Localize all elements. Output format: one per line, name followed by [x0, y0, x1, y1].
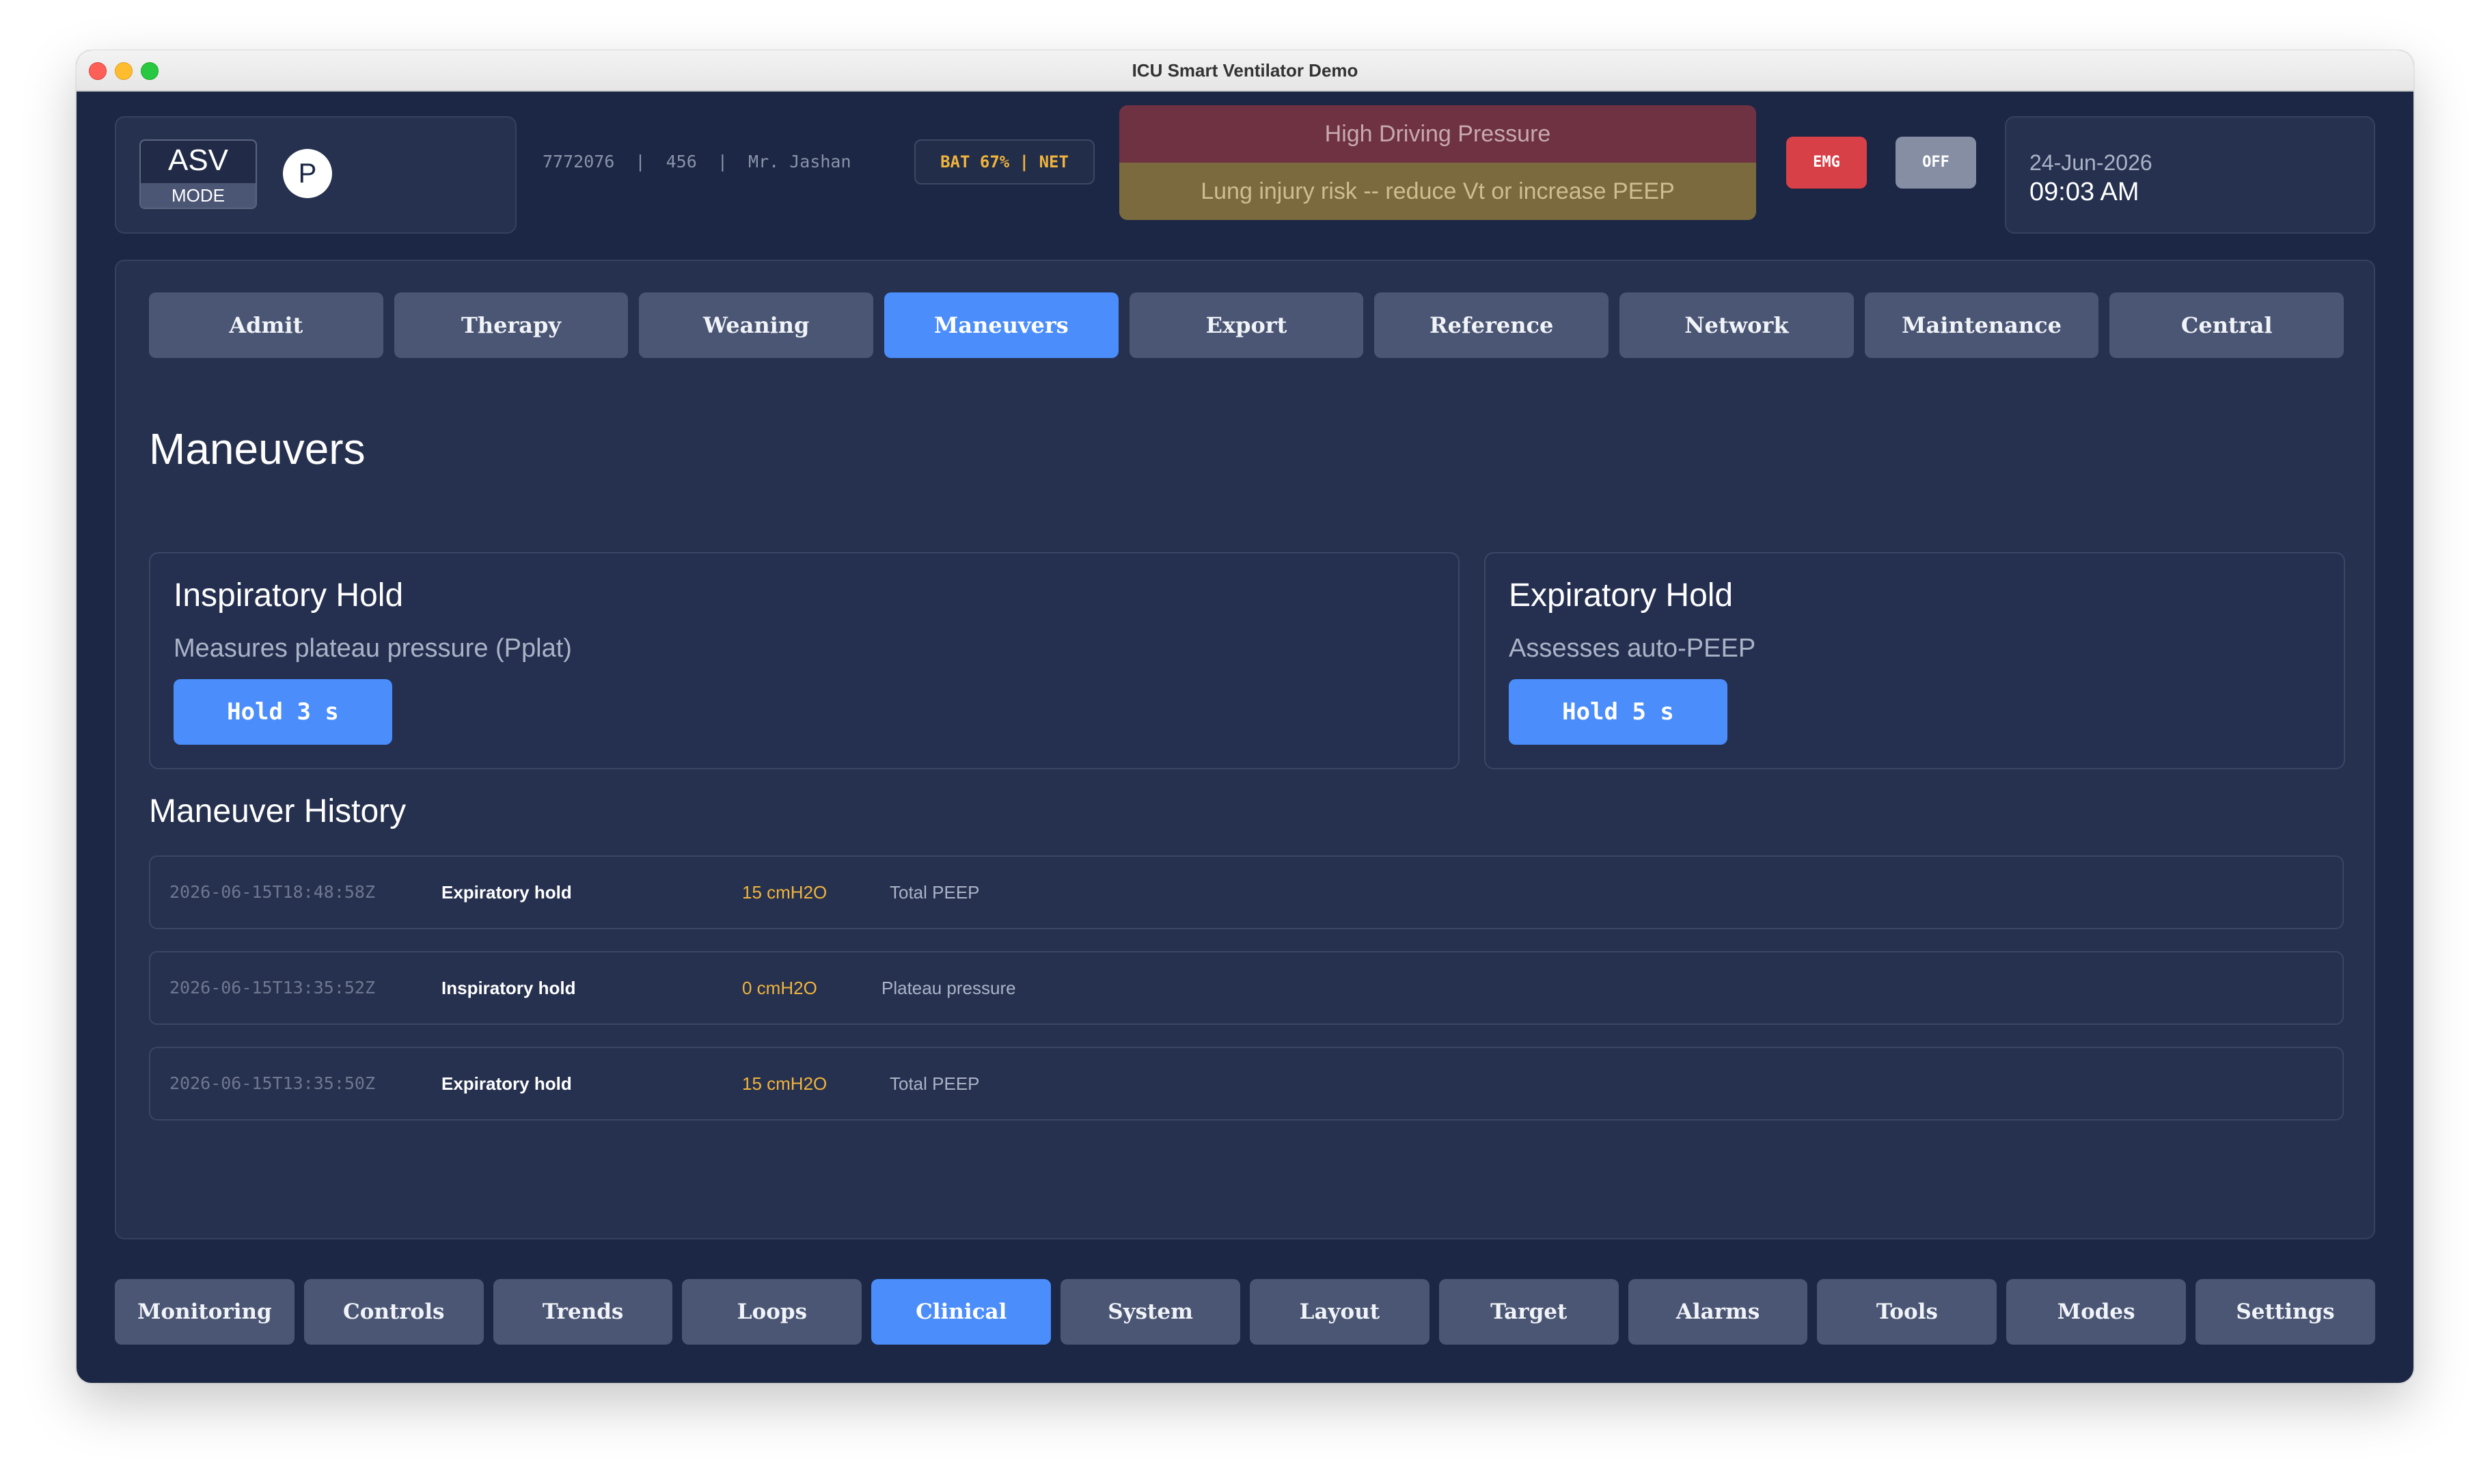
history-type: Expiratory hold — [441, 1073, 572, 1094]
history-row[interactable]: 2026-06-15T13:35:50Z Expiratory hold 15 … — [149, 1047, 2344, 1121]
patient-type-indicator[interactable]: P — [283, 149, 332, 198]
tab-export[interactable]: Export — [1129, 292, 1364, 358]
nav-settings[interactable]: Settings — [2195, 1279, 2375, 1345]
mode-name: ASV — [167, 143, 229, 177]
time-display: 09:03 AM — [2029, 178, 2139, 206]
nav-tools[interactable]: Tools — [1817, 1279, 1997, 1345]
inspiratory-hold-title: Inspiratory Hold — [174, 577, 404, 614]
history-type: Inspiratory hold — [441, 978, 576, 998]
main-content-panel: Admit Therapy Weaning Maneuvers Export R… — [115, 260, 2375, 1239]
alarm-title-banner[interactable]: High Driving Pressure — [1119, 105, 1756, 163]
page-title: Maneuvers — [149, 424, 366, 473]
expiratory-hold-title: Expiratory Hold — [1509, 577, 1734, 614]
history-title: Maneuver History — [149, 793, 407, 829]
expiratory-hold-button[interactable]: Hold 5 s — [1509, 679, 1727, 745]
history-value: 0 cmH2O — [742, 978, 817, 998]
tab-weaning[interactable]: Weaning — [639, 292, 874, 358]
history-value: 15 cmH2O — [742, 882, 827, 903]
tab-maintenance[interactable]: Maintenance — [1864, 292, 2099, 358]
history-description: Total PEEP — [890, 882, 980, 903]
inspiratory-hold-button[interactable]: Hold 3 s — [174, 679, 392, 745]
alarm-message-banner[interactable]: Lung injury risk -- reduce Vt or increas… — [1119, 163, 1756, 220]
top-tab-bar: Admit Therapy Weaning Maneuvers Export R… — [149, 292, 2344, 358]
history-row[interactable]: 2026-06-15T13:35:52Z Inspiratory hold 0 … — [149, 951, 2344, 1025]
history-timestamp: 2026-06-15T13:35:50Z — [169, 1073, 376, 1093]
bottom-nav-bar: Monitoring Controls Trends Loops Clinica… — [115, 1279, 2375, 1345]
mode-badge[interactable]: ASV MODE — [139, 139, 257, 209]
nav-modes[interactable]: Modes — [2006, 1279, 2187, 1345]
history-description: Plateau pressure — [881, 978, 1016, 998]
nav-layout[interactable]: Layout — [1249, 1279, 1429, 1345]
power-off-button[interactable]: OFF — [1896, 137, 1976, 189]
patient-info: 7772076 | 456 | Mr. Jashan — [543, 152, 851, 171]
datetime-panel: 24-Jun-2026 09:03 AM — [2005, 116, 2375, 234]
history-timestamp: 2026-06-15T18:48:58Z — [169, 882, 376, 902]
history-row[interactable]: 2026-06-15T18:48:58Z Expiratory hold 15 … — [149, 855, 2344, 929]
history-description: Total PEEP — [890, 1073, 980, 1094]
tab-reference[interactable]: Reference — [1374, 292, 1609, 358]
history-type: Expiratory hold — [441, 882, 572, 903]
nav-monitoring[interactable]: Monitoring — [115, 1279, 295, 1345]
tab-central[interactable]: Central — [2109, 292, 2344, 358]
nav-loops[interactable]: Loops — [682, 1279, 862, 1345]
nav-alarms[interactable]: Alarms — [1628, 1279, 1808, 1345]
emergency-button[interactable]: EMG — [1786, 137, 1867, 189]
history-value: 15 cmH2O — [742, 1073, 827, 1094]
date-display: 24-Jun-2026 — [2029, 150, 2152, 175]
inspiratory-hold-card: Inspiratory Hold Measures plateau pressu… — [149, 552, 1460, 769]
tab-admit[interactable]: Admit — [149, 292, 383, 358]
title-bar: ICU Smart Ventilator Demo — [77, 51, 2413, 92]
nav-clinical[interactable]: Clinical — [871, 1279, 1052, 1345]
history-timestamp: 2026-06-15T13:35:52Z — [169, 978, 376, 998]
battery-network-status: BAT 67% | NET — [914, 139, 1095, 184]
mode-sub-label: MODE — [141, 183, 256, 208]
mode-panel: ASV MODE P — [115, 116, 517, 234]
window-title: ICU Smart Ventilator Demo — [1132, 60, 1358, 81]
app-window: ICU Smart Ventilator Demo ASV MODE P 777… — [77, 51, 2413, 1383]
expiratory-hold-description: Assesses auto-PEEP — [1509, 634, 1756, 663]
tab-therapy[interactable]: Therapy — [394, 292, 629, 358]
nav-controls[interactable]: Controls — [303, 1279, 484, 1345]
tab-network[interactable]: Network — [1619, 292, 1854, 358]
expiratory-hold-card: Expiratory Hold Assesses auto-PEEP Hold … — [1484, 552, 2345, 769]
inspiratory-hold-description: Measures plateau pressure (Pplat) — [174, 634, 572, 663]
nav-target[interactable]: Target — [1438, 1279, 1619, 1345]
nav-system[interactable]: System — [1061, 1279, 1240, 1345]
tab-maneuvers[interactable]: Maneuvers — [884, 292, 1119, 358]
nav-trends[interactable]: Trends — [493, 1279, 673, 1345]
